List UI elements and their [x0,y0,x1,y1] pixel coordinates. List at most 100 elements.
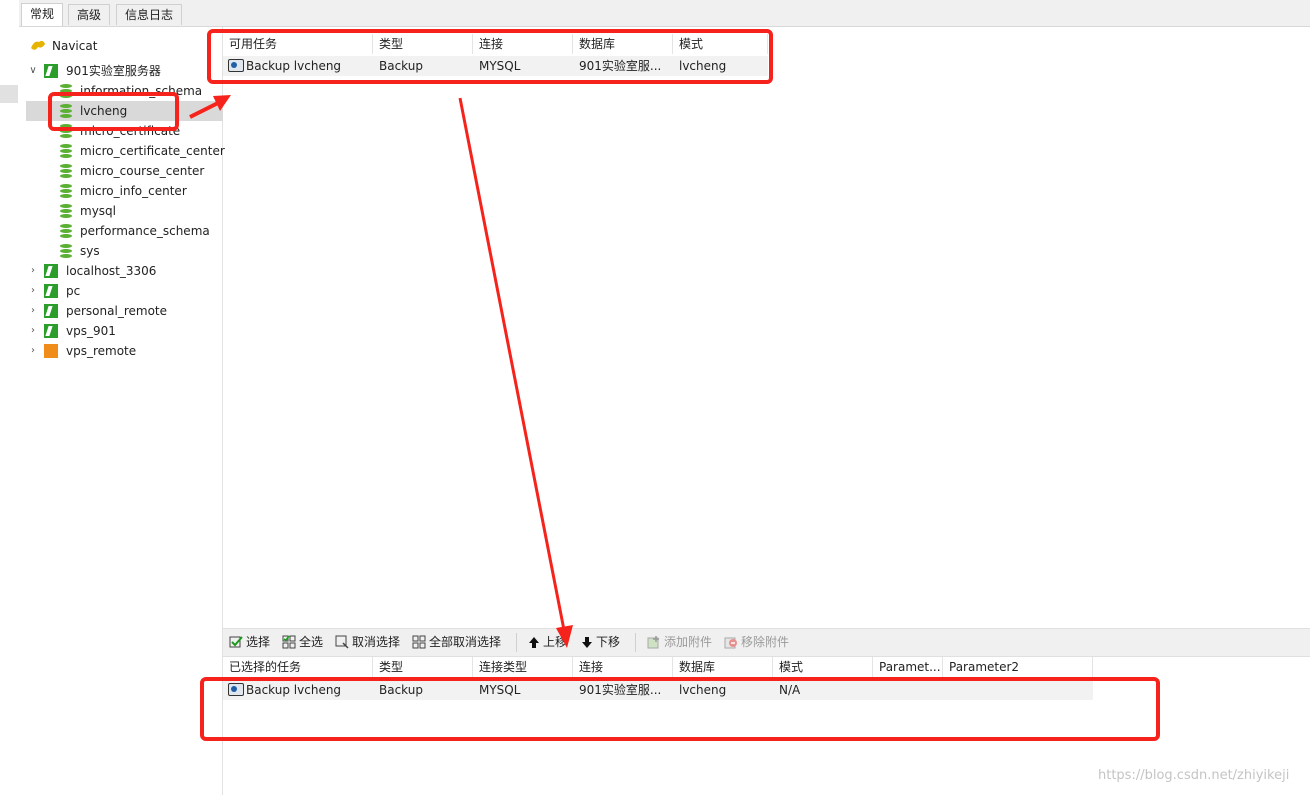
database-icon [60,104,72,118]
col-header-database[interactable]: 数据库 [573,34,673,54]
database-icon [60,84,72,98]
connection-tree: Navicat ∨ 901实验室服务器 information_schema l… [19,27,225,795]
chevron-right-icon[interactable]: › [28,321,38,341]
col-header-schema[interactable]: 模式 [773,657,873,677]
mysql-server-icon [44,64,58,78]
col-header-database[interactable]: 数据库 [673,657,773,677]
cell-connection: MYSQL [479,59,521,73]
attachment-add-icon [647,632,661,649]
chevron-down-icon[interactable]: ∨ [28,61,38,81]
cell-task: Backup lvcheng [246,59,342,73]
server-label: localhost_3306 [66,264,157,278]
col-header-connection-type[interactable]: 连接类型 [473,657,573,677]
select-button[interactable]: 选择 [229,629,270,656]
cell-type: Backup [379,59,423,73]
db-label: micro_certificate [80,124,181,138]
col-header-connection[interactable]: 连接 [473,34,573,54]
database-icon [60,124,72,138]
col-header-selected-task[interactable]: 已选择的任务 [223,657,373,677]
remote-server-icon [44,344,58,358]
server-label: pc [66,284,81,298]
cell-parameter2 [943,680,1093,700]
database-icon [60,164,72,178]
mysql-server-icon [44,284,58,298]
cell-task: Backup lvcheng [246,683,342,697]
deselect-icon [335,632,349,649]
deselect-all-button[interactable]: 全部取消选择 [412,629,501,656]
cell-connection: 901实验室服... [579,683,662,697]
deselect-label: 取消选择 [352,635,401,649]
arrow-up-icon [528,632,540,648]
col-header-parameter1[interactable]: Paramet... [873,657,943,677]
move-up-button[interactable]: 上移 [528,629,567,656]
db-label: sys [80,244,100,258]
db-label: lvcheng [80,104,128,118]
tab-message-log[interactable]: 信息日志 [116,4,183,25]
mysql-server-icon [44,264,58,278]
move-down-button[interactable]: 下移 [581,629,620,656]
checkbox-icon [229,632,243,648]
remove-attachment-button[interactable]: 移除附件 [724,629,789,656]
db-label: mysql [80,204,116,218]
arrow-tasks-to-selected [458,97,573,648]
chevron-right-icon[interactable]: › [28,301,38,321]
server-label: 901实验室服务器 [66,64,161,78]
task-toolbar: 选择 全选 取消选择 全部取消选择 上移 下移 添加附件 移除附件 [223,628,1310,657]
db-label: micro_info_center [80,184,187,198]
server-label: personal_remote [66,304,167,318]
db-label: micro_certificate_center [80,144,225,158]
database-icon [60,184,72,198]
database-icon [60,244,72,258]
tab-advanced[interactable]: 高级 [68,4,111,25]
deselect-all-icon [412,632,426,649]
tree-root-label: Navicat [52,39,98,53]
cell-parameter1 [873,680,943,700]
chevron-right-icon[interactable]: › [28,261,38,281]
tab-bar: 常规 高级 信息日志 [19,0,1310,27]
db-label: micro_course_center [80,164,205,178]
db-label: information_schema [80,84,203,98]
toolbar-divider [516,633,517,652]
col-header-schema[interactable]: 模式 [673,34,768,54]
db-label: performance_schema [80,224,210,238]
chevron-right-icon[interactable]: › [28,341,38,361]
select-all-icon [282,632,296,649]
database-icon [60,144,72,158]
attachment-remove-icon [724,632,738,649]
deselect-all-label: 全部取消选择 [429,635,502,649]
left-gutter [0,0,20,795]
move-up-label: 上移 [543,635,568,649]
server-label: vps_remote [66,344,137,358]
cell-type: Backup [379,683,423,697]
mysql-server-icon [44,324,58,338]
col-header-type[interactable]: 类型 [373,34,473,54]
tree-db-item-selected[interactable]: lvcheng [26,101,223,121]
gutter-marker [0,85,18,103]
navicat-icon [30,39,46,53]
cell-database: lvcheng [679,683,727,697]
watermark-text: https://blog.csdn.net/zhiyikeji [1098,768,1290,783]
select-all-button[interactable]: 全选 [282,629,323,656]
col-header-parameter2[interactable]: Parameter2 [943,657,1093,677]
deselect-button[interactable]: 取消选择 [335,629,400,656]
cell-connection-type: MYSQL [479,683,521,697]
remove-attachment-label: 移除附件 [741,635,790,649]
chevron-right-icon[interactable]: › [28,281,38,301]
col-header-connection[interactable]: 连接 [573,657,673,677]
arrow-down-icon [581,632,593,648]
cell-database: 901实验室服... [579,59,662,73]
database-icon [60,224,72,238]
database-icon [60,204,72,218]
tab-general[interactable]: 常规 [21,3,64,26]
col-header-task[interactable]: 可用任务 [223,34,373,54]
col-header-type[interactable]: 类型 [373,657,473,677]
cell-schema: lvcheng [679,59,727,73]
server-label: vps_901 [66,324,116,338]
select-label: 选择 [246,635,271,649]
move-down-label: 下移 [596,635,621,649]
mysql-server-icon [44,304,58,318]
cell-schema: N/A [779,683,801,697]
select-all-label: 全选 [299,635,324,649]
add-attachment-button[interactable]: 添加附件 [647,629,712,656]
toolbar-divider [635,633,636,652]
